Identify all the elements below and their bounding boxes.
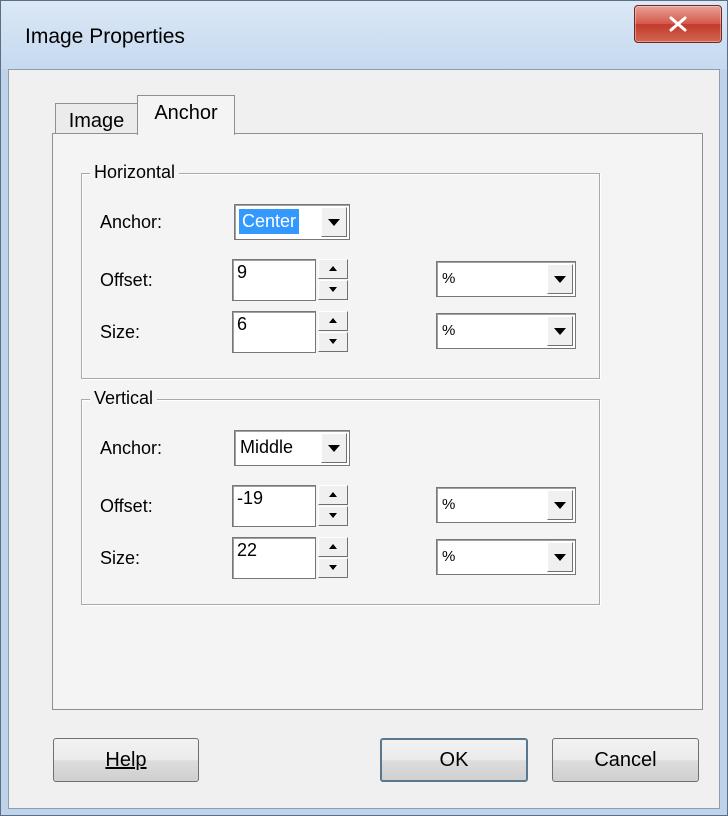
help-button[interactable]: Help <box>53 738 199 782</box>
horizontal-offset-input[interactable]: 9 <box>232 259 316 301</box>
arrow-down-icon <box>329 565 337 570</box>
vertical-size-unit-dropdown-button[interactable] <box>547 542 573 572</box>
vertical-size-unit-value: % <box>442 548 456 565</box>
vertical-size-unit-select[interactable]: % <box>436 539 576 575</box>
horizontal-offset-value: 9 <box>237 262 248 282</box>
chevron-down-icon <box>328 219 340 226</box>
vertical-offset-value: -19 <box>237 488 264 508</box>
horizontal-anchor-value: Center <box>239 209 300 234</box>
horizontal-size-label: Size: <box>100 322 141 342</box>
vertical-size-value: 22 <box>237 540 258 560</box>
vertical-offset-input[interactable]: -19 <box>232 485 316 527</box>
horizontal-group: Horizontal Anchor: Center Offset: 9 % Si… <box>81 162 600 379</box>
tab-anchor[interactable]: Anchor <box>137 95 235 135</box>
horizontal-anchor-select[interactable]: Center <box>234 204 350 240</box>
vertical-size-label: Size: <box>100 548 141 568</box>
dialog-client-area: Image Anchor Horizontal Anchor: Center O… <box>8 69 720 809</box>
horizontal-size-input[interactable]: 6 <box>232 311 316 353</box>
vertical-legend: Vertical <box>90 388 158 409</box>
spin-down-button[interactable] <box>318 558 348 578</box>
horizontal-anchor-label: Anchor: <box>100 212 163 232</box>
chevron-down-icon <box>554 502 566 509</box>
horizontal-size-unit-dropdown-button[interactable] <box>547 316 573 346</box>
title-bar[interactable]: Image Properties <box>1 1 727 69</box>
horizontal-offset-unit-select[interactable]: % <box>436 261 576 297</box>
horizontal-offset-unit-value: % <box>442 270 456 287</box>
ok-button[interactable]: OK <box>380 738 528 782</box>
arrow-up-icon <box>329 318 337 323</box>
horizontal-offset-unit-dropdown-button[interactable] <box>547 264 573 294</box>
vertical-anchor-select[interactable]: Middle <box>234 430 350 466</box>
spin-up-button[interactable] <box>318 259 348 279</box>
arrow-up-icon <box>329 492 337 497</box>
horizontal-offset-spinner[interactable] <box>318 259 348 301</box>
vertical-anchor-value: Middle <box>240 437 294 457</box>
horizontal-offset-label: Offset: <box>100 270 153 290</box>
horizontal-size-unit-value: % <box>442 322 456 339</box>
vertical-size-input[interactable]: 22 <box>232 537 316 579</box>
vertical-group: Vertical Anchor: Middle Offset: -19 % Si… <box>81 388 600 605</box>
cancel-button-label: Cancel <box>594 749 657 771</box>
spin-up-button[interactable] <box>318 537 348 557</box>
spin-up-button[interactable] <box>318 311 348 331</box>
chevron-down-icon <box>554 276 566 283</box>
arrow-down-icon <box>329 513 337 518</box>
vertical-anchor-dropdown-button[interactable] <box>321 433 347 463</box>
vertical-offset-unit-select[interactable]: % <box>436 487 576 523</box>
vertical-offset-spinner[interactable] <box>318 485 348 527</box>
chevron-down-icon <box>328 445 340 452</box>
vertical-offset-unit-dropdown-button[interactable] <box>547 490 573 520</box>
vertical-offset-label: Offset: <box>100 496 153 516</box>
chevron-down-icon <box>554 328 566 335</box>
help-button-label: Help <box>105 749 147 771</box>
close-button[interactable] <box>634 5 722 43</box>
ok-button-label: OK <box>439 749 469 771</box>
vertical-size-spinner[interactable] <box>318 537 348 579</box>
horizontal-size-value: 6 <box>237 314 248 334</box>
horizontal-legend: Horizontal <box>90 162 180 183</box>
image-properties-dialog: Image Properties Image Anchor Horizontal… <box>0 0 728 816</box>
horizontal-size-spinner[interactable] <box>318 311 348 353</box>
arrow-down-icon <box>329 287 337 292</box>
dialog-title: Image Properties <box>25 25 185 48</box>
arrow-up-icon <box>329 544 337 549</box>
arrow-up-icon <box>329 266 337 271</box>
vertical-anchor-label: Anchor: <box>100 438 163 458</box>
spin-down-button[interactable] <box>318 280 348 300</box>
spin-down-button[interactable] <box>318 506 348 526</box>
horizontal-size-unit-select[interactable]: % <box>436 313 576 349</box>
chevron-down-icon <box>554 554 566 561</box>
cancel-button[interactable]: Cancel <box>552 738 699 782</box>
arrow-down-icon <box>329 339 337 344</box>
spin-down-button[interactable] <box>318 332 348 352</box>
horizontal-anchor-dropdown-button[interactable] <box>321 207 347 237</box>
tab-image[interactable]: Image <box>55 103 138 134</box>
close-icon <box>669 16 687 32</box>
vertical-offset-unit-value: % <box>442 496 456 513</box>
spin-up-button[interactable] <box>318 485 348 505</box>
